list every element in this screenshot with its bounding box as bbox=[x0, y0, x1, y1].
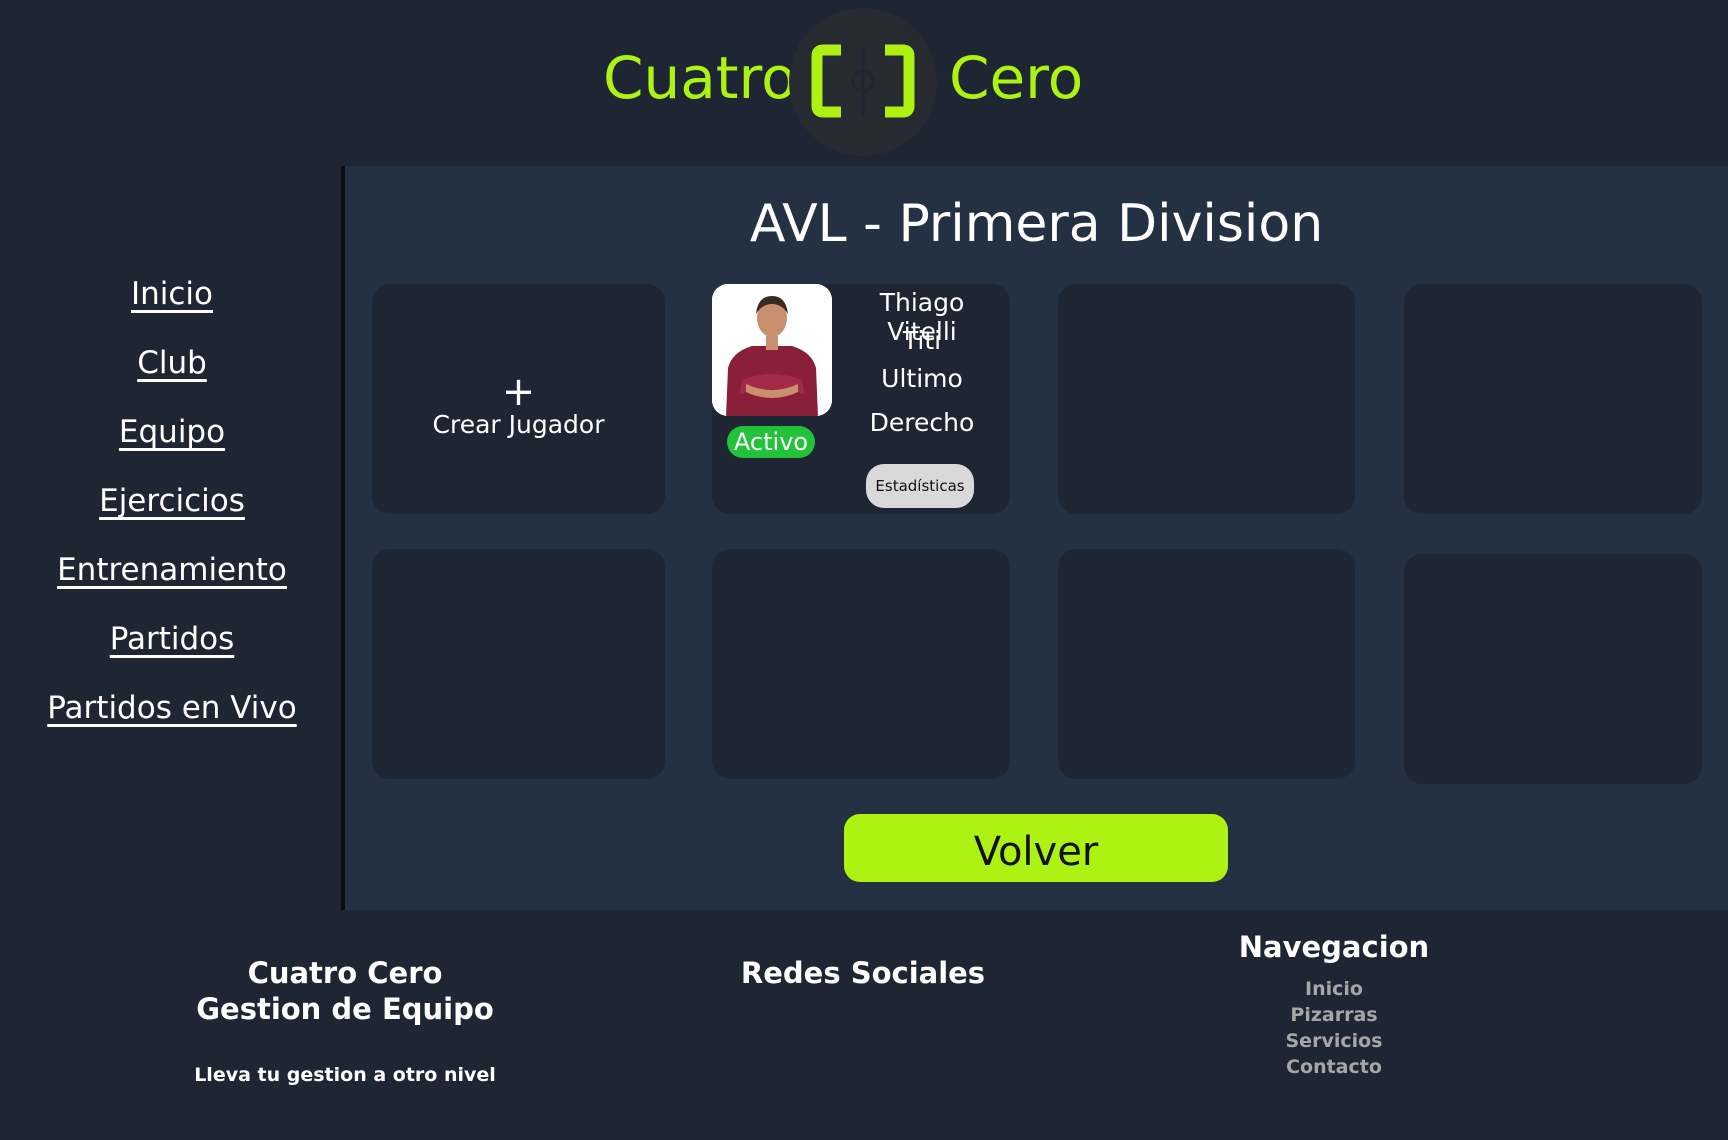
footer-link-servicios[interactable]: Servicios bbox=[1184, 1030, 1484, 1052]
stats-button[interactable]: Estadísticas bbox=[866, 464, 974, 508]
header: Cuatro Cero bbox=[0, 0, 1728, 166]
sidebar-item-partidos-en-vivo[interactable]: Partidos en Vivo bbox=[0, 690, 344, 726]
empty-card bbox=[372, 549, 665, 779]
footer-social-title: Redes Sociales bbox=[740, 956, 986, 990]
page-title: AVL - Primera Division bbox=[749, 194, 1324, 254]
player-side: Derecho bbox=[869, 408, 975, 437]
create-player-label: Crear Jugador bbox=[432, 410, 605, 439]
footer-link-inicio[interactable]: Inicio bbox=[1184, 978, 1484, 1000]
player-position: Ultimo bbox=[881, 364, 963, 393]
status-badge: Activo bbox=[727, 426, 815, 458]
footer-link-pizarras[interactable]: Pizarras bbox=[1184, 1004, 1484, 1026]
empty-card bbox=[712, 549, 1010, 779]
create-player-card[interactable]: + Crear Jugador bbox=[372, 284, 665, 514]
bracket-circle-logo-icon[interactable] bbox=[789, 8, 937, 156]
back-button[interactable]: Volver bbox=[844, 814, 1228, 882]
empty-card bbox=[1404, 284, 1702, 514]
footer-tagline: Lleva tu gestion a otro nivel bbox=[194, 1064, 496, 1086]
plus-icon: + bbox=[501, 369, 536, 415]
sidebar: Inicio Club Equipo Ejercicios Entrenamie… bbox=[0, 166, 344, 910]
sidebar-item-ejercicios[interactable]: Ejercicios bbox=[0, 483, 344, 519]
main-panel: AVL - Primera Division + Crear Jugador A… bbox=[345, 166, 1728, 910]
footer-link-contacto[interactable]: Contacto bbox=[1184, 1056, 1484, 1078]
footer-brand-line1: Cuatro Cero bbox=[247, 956, 443, 990]
empty-card bbox=[1058, 549, 1355, 779]
sidebar-item-club[interactable]: Club bbox=[0, 345, 344, 381]
empty-card bbox=[1404, 554, 1702, 784]
footer-nav-title: Navegacion bbox=[1238, 930, 1430, 964]
empty-card bbox=[1058, 284, 1355, 514]
sidebar-item-inicio[interactable]: Inicio bbox=[0, 276, 344, 312]
sidebar-item-equipo[interactable]: Equipo bbox=[0, 414, 344, 450]
brand-right-word: Cero bbox=[949, 44, 1084, 112]
player-card[interactable]: Activo Thiago Vitelli Titi Ultimo Derech… bbox=[712, 284, 1010, 514]
player-nickname: Titi bbox=[902, 326, 942, 355]
footer: Cuatro Cero Gestion de Equipo Lleva tu g… bbox=[0, 910, 1728, 1140]
brand-left-word: Cuatro bbox=[603, 44, 797, 112]
player-photo bbox=[712, 284, 832, 416]
sidebar-item-partidos[interactable]: Partidos bbox=[0, 621, 344, 657]
footer-brand-line2: Gestion de Equipo bbox=[196, 992, 494, 1026]
sidebar-item-entrenamiento[interactable]: Entrenamiento bbox=[0, 552, 344, 588]
